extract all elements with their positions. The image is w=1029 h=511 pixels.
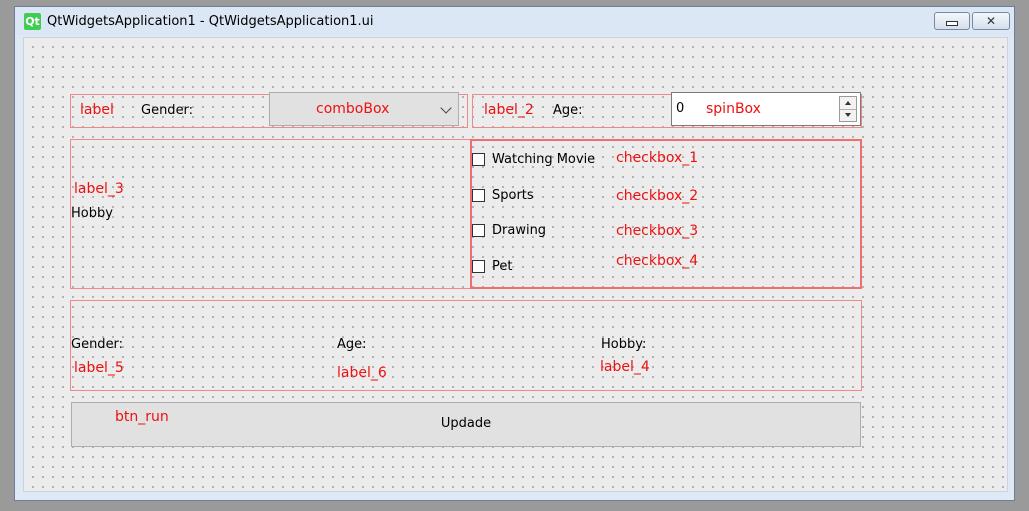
spin-down-button[interactable]: [840, 109, 856, 121]
spinbox-name-annotation: spinBox: [706, 101, 761, 117]
label5-name-annotation: label_5: [74, 360, 124, 376]
arrow-up-icon: [845, 101, 851, 105]
checkbox-sports-label[interactable]: Sports: [492, 188, 534, 203]
hobby-label[interactable]: Hobby: [71, 206, 113, 221]
update-button[interactable]: btn_run Updade: [71, 402, 861, 447]
combobox-name-annotation: comboBox: [316, 101, 390, 117]
form-canvas[interactable]: label Gender: comboBox label_2 Age: 0 sp…: [23, 37, 1008, 492]
checkbox-sports[interactable]: [472, 189, 485, 202]
checkbox-drawing[interactable]: [472, 224, 485, 237]
checkbox1-name-annotation: checkbox_1: [616, 150, 699, 166]
result-gender-label[interactable]: Gender:: [71, 337, 123, 352]
result-layout-frame: [70, 300, 862, 391]
close-icon: ✕: [985, 14, 997, 28]
checkbox3-name-annotation: checkbox_3: [616, 223, 699, 239]
result-hobby-label[interactable]: Hobby:: [601, 337, 646, 352]
update-button-label: Updade: [440, 416, 492, 431]
chevron-down-icon: [440, 102, 452, 114]
checkbox-watching-movie-label[interactable]: Watching Movie: [492, 152, 595, 167]
label4-name-annotation: label_4: [600, 359, 650, 375]
spin-buttons: [839, 96, 857, 122]
designer-window: Qt QtWidgetsApplication1 - QtWidgetsAppl…: [14, 6, 1015, 501]
age-spinbox[interactable]: 0 spinBox: [671, 92, 861, 126]
label6-name-annotation: label_6: [337, 365, 387, 381]
label2-name-annotation: label_2: [484, 102, 534, 118]
label-name-annotation: label: [80, 102, 114, 118]
checkbox-pet[interactable]: [472, 260, 485, 273]
result-age-label[interactable]: Age:: [337, 337, 367, 352]
title-bar[interactable]: Qt QtWidgetsApplication1 - QtWidgetsAppl…: [15, 7, 1014, 35]
gender-combobox[interactable]: comboBox: [269, 92, 459, 126]
checkbox2-name-annotation: checkbox_2: [616, 188, 699, 204]
arrow-down-icon: [845, 113, 851, 117]
close-button[interactable]: ✕: [972, 12, 1010, 30]
minimize-icon: [946, 21, 958, 26]
minimize-button[interactable]: [934, 12, 970, 30]
checkbox-watching-movie[interactable]: [472, 153, 485, 166]
gender-label[interactable]: Gender:: [141, 103, 193, 118]
window-title: QtWidgetsApplication1 - QtWidgetsApplica…: [47, 14, 374, 29]
checkbox-drawing-label[interactable]: Drawing: [492, 223, 546, 238]
checkbox-pet-label[interactable]: Pet: [492, 259, 512, 274]
checkbox4-name-annotation: checkbox_4: [616, 253, 699, 269]
label3-name-annotation: label_3: [74, 181, 124, 197]
age-label[interactable]: Age:: [553, 103, 583, 118]
spinbox-value: 0: [676, 101, 685, 116]
qt-logo-icon: Qt: [24, 13, 41, 30]
